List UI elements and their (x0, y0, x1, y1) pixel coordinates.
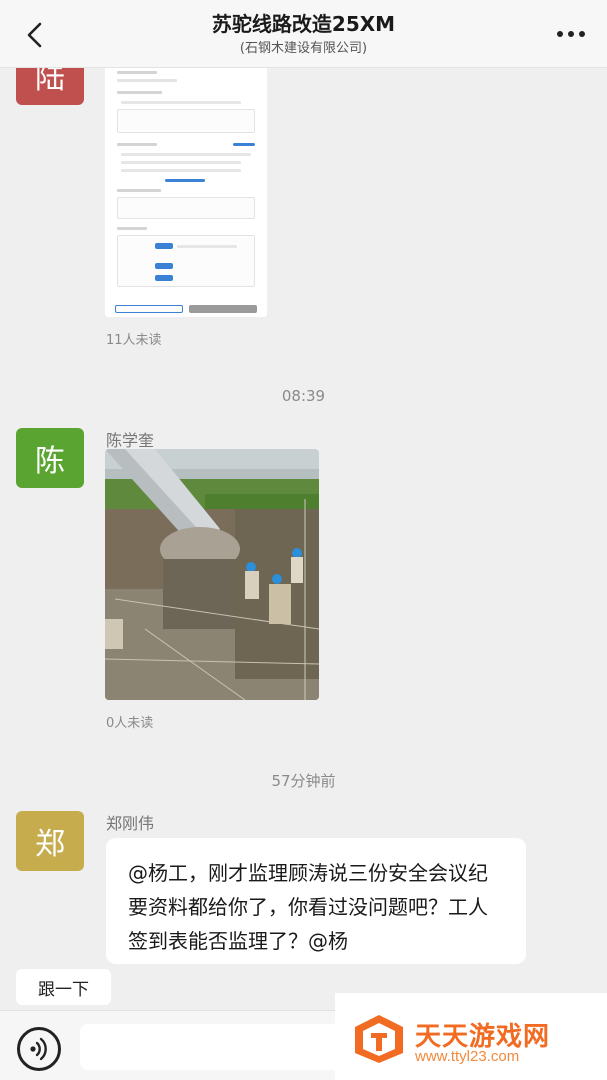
timestamp: 08:39 (281, 387, 326, 405)
more-dots-icon (557, 31, 585, 37)
voice-icon (30, 1037, 47, 1061)
sender-name: 郑刚伟 (106, 814, 155, 833)
avatar-text: 郑 (35, 827, 65, 862)
chat-subtitle: (石钢木建设有限公司) (239, 41, 368, 56)
quick-reply-chip[interactable]: 跟一下 (16, 969, 111, 1005)
form-image-message[interactable] (105, 65, 267, 317)
sender-name: 陈学奎 (106, 431, 155, 450)
avatar[interactable]: 郑 (16, 811, 84, 871)
message-text: @杨工，刚才监理顾涛说三份安全会议纪要资料都给你了，你看过没问题吧？工人签到表能… (128, 861, 488, 953)
watermark-logo-icon (355, 1015, 403, 1063)
avatar-text: 陈 (35, 444, 65, 479)
photo-message[interactable] (105, 449, 319, 700)
voice-button[interactable] (17, 1027, 61, 1071)
timestamp: 57分钟前 (271, 772, 336, 790)
chevron-left-icon (27, 22, 42, 48)
more-button[interactable] (555, 24, 587, 44)
watermark: 天天游戏网 www.ttyl23.com (335, 993, 607, 1080)
chat-title-area: 苏驼线路改造25XM (石钢木建设有限公司) (120, 10, 487, 59)
avatar[interactable]: 陈 (16, 428, 84, 488)
chat-title: 苏驼线路改造25XM (211, 12, 396, 36)
unread-count[interactable]: 11人未读 (106, 329, 162, 348)
construction-photo (105, 449, 319, 700)
unread-count[interactable]: 0人未读 (106, 712, 153, 731)
text-message-bubble[interactable]: @杨工，刚才监理顾涛说三份安全会议纪要资料都给你了，你看过没问题吧？工人签到表能… (106, 838, 526, 964)
chat-header: 苏驼线路改造25XM (石钢木建设有限公司) (0, 0, 607, 68)
watermark-url: www.ttyl23.com (415, 1048, 520, 1065)
back-button[interactable] (18, 18, 52, 52)
